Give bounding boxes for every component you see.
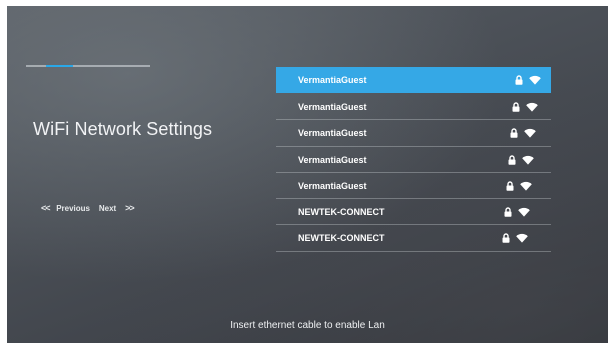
next-label: Next <box>98 204 117 213</box>
network-ssid: NEWTEK-CONNECT <box>298 233 385 244</box>
network-row[interactable]: VermantiaGuest <box>276 94 551 121</box>
setup-progress-bar <box>26 65 150 67</box>
network-row[interactable]: VermantiaGuest <box>276 173 551 200</box>
wifi-signal-icon <box>518 207 530 217</box>
setup-progress-fill <box>46 65 73 67</box>
tv-screen: WiFi Network Settings << Previous Next >… <box>7 6 608 343</box>
wifi-signal-icon <box>522 155 534 165</box>
network-row[interactable]: VermantiaGuest <box>276 147 551 173</box>
network-ssid: VermantiaGuest <box>298 75 367 85</box>
lock-icon <box>510 128 518 138</box>
chevron-double-left-icon: << <box>41 203 50 213</box>
chevron-double-right-icon: >> <box>125 203 134 213</box>
lock-icon <box>506 181 514 191</box>
wifi-signal-icon <box>516 233 528 244</box>
page-title: WiFi Network Settings <box>33 119 213 139</box>
lock-icon <box>515 75 523 85</box>
network-ssid: VermantiaGuest <box>298 128 367 139</box>
lock-icon <box>508 154 516 165</box>
network-ssid: VermantiaGuest <box>298 102 367 112</box>
previous-button[interactable]: << Previous <box>41 203 90 213</box>
wifi-signal-icon <box>526 102 538 112</box>
lock-icon <box>502 233 510 244</box>
network-row[interactable]: VermantiaGuest <box>276 67 551 93</box>
pager: << Previous Next >> <box>41 203 135 213</box>
previous-label: Previous <box>56 204 90 213</box>
lock-icon <box>512 102 520 112</box>
network-ssid: NEWTEK-CONNECT <box>298 207 385 218</box>
wifi-signal-icon <box>529 75 541 85</box>
lock-icon <box>504 207 512 217</box>
network-ssid: VermantiaGuest <box>298 154 367 165</box>
network-ssid: VermantiaGuest <box>298 180 367 191</box>
wifi-signal-icon <box>524 128 536 138</box>
network-row[interactable]: NEWTEK-CONNECT <box>276 199 551 226</box>
ethernet-hint: Insert ethernet cable to enable Lan <box>230 320 385 331</box>
network-row[interactable]: VermantiaGuest <box>276 120 551 147</box>
network-row[interactable]: NEWTEK-CONNECT <box>276 225 551 252</box>
network-list: VermantiaGuest VermantiaGuest VermantiaG… <box>276 67 551 252</box>
next-button[interactable]: Next >> <box>98 203 135 213</box>
wifi-signal-icon <box>520 181 532 191</box>
